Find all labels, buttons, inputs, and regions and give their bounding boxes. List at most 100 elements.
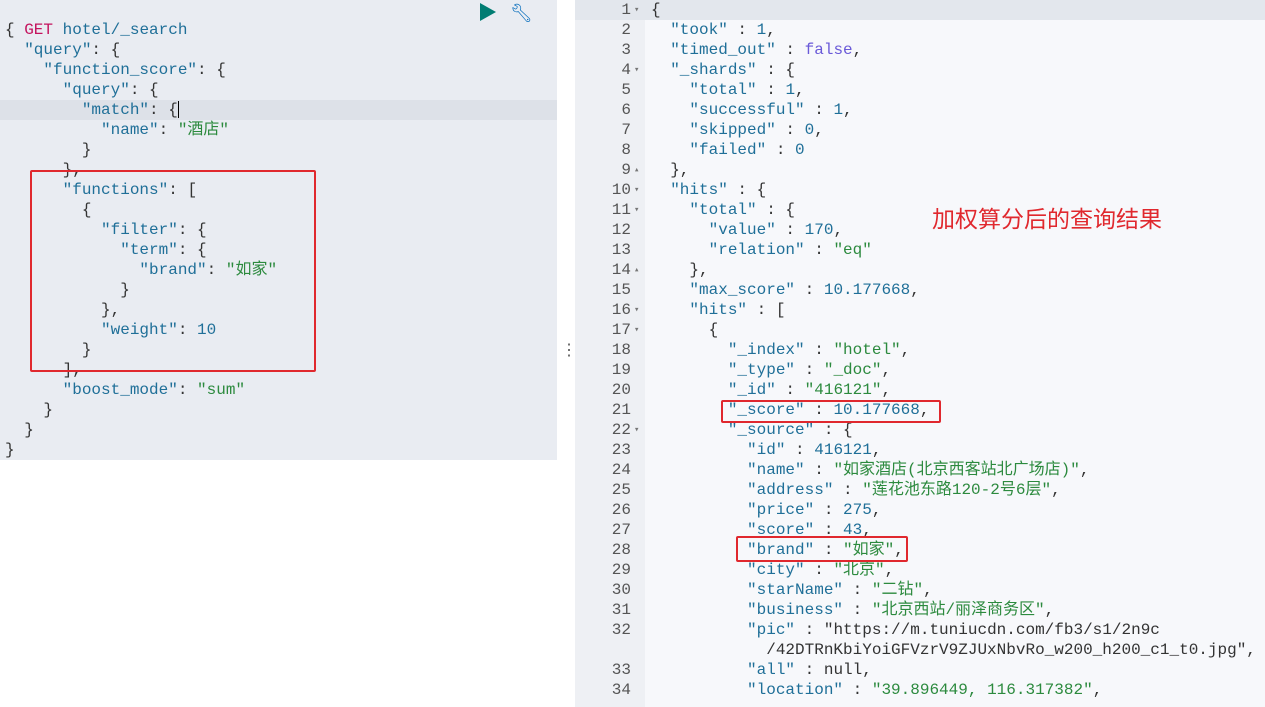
response-code-line: "price" : 275, <box>747 501 882 519</box>
brand-highlight-box <box>736 536 908 562</box>
request-editor-empty <box>0 460 557 707</box>
line-number: 25 <box>611 481 631 499</box>
request-code-line[interactable]: "match": { <box>5 100 179 120</box>
request-code-line[interactable]: } <box>5 400 53 420</box>
json-key: "max_score" <box>689 281 796 299</box>
annotation-label: 加权算分后的查询结果 <box>932 207 1162 233</box>
fold-toggle-icon[interactable]: ▾ <box>634 300 639 320</box>
line-number: 18 <box>611 341 631 359</box>
response-code-line: }, <box>651 261 709 279</box>
line-number: 32 <box>611 621 631 639</box>
http-method: GET <box>24 21 54 39</box>
json-key: "query" <box>24 41 92 59</box>
request-code-line[interactable]: "boost_mode": "sum" <box>5 380 245 400</box>
line-number: 19 <box>611 361 631 379</box>
wrench-icon[interactable]: 🔧︎ <box>510 3 533 24</box>
json-key: "skipped" <box>689 121 776 139</box>
request-code-line[interactable]: } <box>5 420 34 440</box>
response-code-line: "_source" : { <box>727 421 853 439</box>
json-string-value: "eq" <box>833 241 872 259</box>
json-key: "price" <box>747 501 815 519</box>
json-key: "starName" <box>747 581 844 599</box>
json-number-value: 0 <box>804 121 815 139</box>
response-code-line: "business" : "北京西站/丽泽商务区", <box>747 601 1055 619</box>
json-key: "_source" <box>727 421 815 439</box>
line-number: 26 <box>611 501 631 519</box>
json-key: "_id" <box>727 381 776 399</box>
fold-toggle-icon[interactable]: ▾ <box>634 180 639 200</box>
request-code-line[interactable]: "query": { <box>5 40 120 60</box>
json-string-value: "莲花池东路120-2号6层" <box>862 481 1052 499</box>
json-key: "total" <box>689 81 757 99</box>
fold-toggle-icon[interactable]: ▴ <box>634 260 639 280</box>
json-number-value: 1 <box>785 81 796 99</box>
json-string-value: "北京西站/丽泽商务区" <box>871 601 1045 619</box>
json-key: "relation" <box>708 241 805 259</box>
line-number: 14 <box>611 261 631 279</box>
response-code-line: "hits" : { <box>670 181 767 199</box>
json-string-value: "hotel" <box>833 341 901 359</box>
line-number: 3 <box>621 41 631 59</box>
request-line[interactable]: GET hotel/_search <box>5 0 187 39</box>
line-number: 12 <box>611 221 631 239</box>
json-key: "_shards" <box>670 61 757 79</box>
json-key: "location" <box>747 681 844 699</box>
line-number: 29 <box>611 561 631 579</box>
fold-toggle-icon[interactable]: ▾ <box>634 60 639 80</box>
json-key: "name" <box>747 461 805 479</box>
line-number: 10 <box>611 181 631 199</box>
request-code-line[interactable]: "name": "酒店" <box>5 120 229 140</box>
json-key: "_index" <box>727 341 805 359</box>
fold-toggle-icon[interactable]: ▾ <box>634 420 639 440</box>
line-number: 17 <box>611 321 631 339</box>
response-code-line: "took" : 1, <box>670 21 776 39</box>
request-code-line[interactable]: } <box>5 140 92 160</box>
json-key: "timed_out" <box>670 41 776 59</box>
json-key: "successful" <box>689 101 805 119</box>
json-key: "_type" <box>727 361 796 379</box>
line-number: 27 <box>611 521 631 539</box>
request-code-line[interactable]: "function_score": { <box>5 60 225 80</box>
line-number: 15 <box>611 281 631 299</box>
json-key: "function_score" <box>43 61 198 79</box>
response-code-line: "name" : "如家酒店(北京西客站北广场店)", <box>747 461 1090 479</box>
response-code-line: "max_score" : 10.177668, <box>689 281 920 299</box>
request-code-line[interactable]: { <box>5 20 15 40</box>
response-code-line: "_shards" : { <box>670 61 796 79</box>
line-number: 24 <box>611 461 631 479</box>
play-icon[interactable] <box>480 3 496 21</box>
json-string-value: "酒店" <box>177 121 230 139</box>
request-code-line[interactable]: "query": { <box>5 80 159 100</box>
json-key: "took" <box>670 21 728 39</box>
fold-toggle-icon[interactable]: ▾ <box>634 200 639 220</box>
json-number-value: 275 <box>843 501 872 519</box>
fold-toggle-icon[interactable]: ▾ <box>634 320 639 340</box>
line-number: 11 <box>611 201 631 219</box>
response-code-line: "total" : 1, <box>689 81 805 99</box>
line-number: 9 <box>621 161 631 179</box>
line-number: 23 <box>611 441 631 459</box>
response-code-line: "starName" : "二钻", <box>747 581 933 599</box>
line-number: 30 <box>611 581 631 599</box>
json-key: "business" <box>747 601 844 619</box>
line-number: 7 <box>621 121 631 139</box>
response-code-line: "failed" : 0 <box>689 141 805 159</box>
json-string-value: "如家酒店(北京西客站北广场店)" <box>833 461 1080 479</box>
request-code-line[interactable]: } <box>5 440 15 460</box>
line-number: 21 <box>611 401 631 419</box>
fold-toggle-icon[interactable]: ▴ <box>634 160 639 180</box>
json-number-value: 1 <box>756 21 767 39</box>
json-null-value: null <box>823 661 863 679</box>
response-code-line: "total" : { <box>689 201 796 219</box>
response-code-line: "value" : 170, <box>708 221 844 239</box>
fold-toggle-icon[interactable]: ▾ <box>634 0 639 20</box>
json-key: "hits" <box>689 301 748 319</box>
json-key: "name" <box>101 121 159 139</box>
line-number: 1 <box>621 1 631 19</box>
line-number: 5 <box>621 81 631 99</box>
json-number-value: 416121 <box>814 441 872 459</box>
line-number: 28 <box>611 541 631 559</box>
response-code-line: "_type" : "_doc", <box>727 361 892 379</box>
response-code-line: "pic" : "https://m.tuniucdn.com/fb3/s1/2… <box>747 621 1160 639</box>
request-path: hotel/_search <box>62 21 188 39</box>
